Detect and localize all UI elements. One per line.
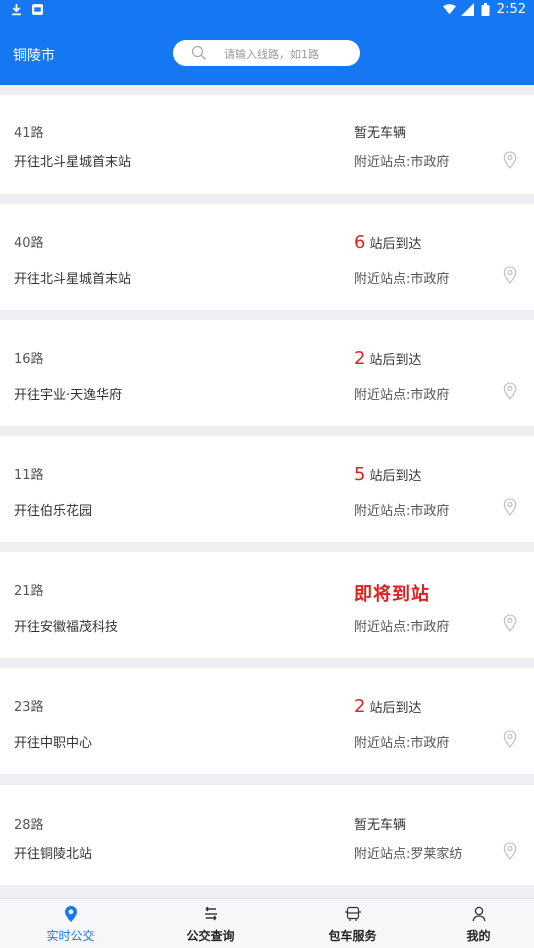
nearby-stop: 附近站点:罗莱家纺 [354,847,463,862]
route-card-41[interactable]: 41路 开往北斗星城首末站 暂无车辆 附近站点:市政府 [0,95,534,194]
route-name: 40路 [14,236,44,251]
arrival-text: 暂无车辆 [354,126,407,141]
location-pin-icon [64,906,77,922]
route-card-16[interactable]: 16路 开往宇业·天逸华府 2 站后到达 附近站点:市政府 [0,320,534,426]
route-card-23[interactable]: 23路 开往中职中心 2 站后到达 附近站点:市政府 [0,668,534,774]
route-name: 21路 [14,584,44,599]
nearby-stop: 附近站点:市政府 [354,272,450,287]
route-name: 11路 [14,468,44,483]
tab-label: 我的 [466,929,491,943]
bottom-tab-bar: 实时公交 公交查询 包车服务 我的 [0,898,534,948]
stops-away-count: 2 [354,348,366,369]
user-icon [471,906,486,922]
download-icon [12,4,21,16]
arrival-text: 站后到达 [369,237,422,252]
location-pin-icon[interactable] [503,842,517,860]
tab-charter-service[interactable]: 包车服务 [286,899,419,948]
arriving-soon-text: 即将到站 [354,584,430,605]
route-card-40[interactable]: 40路 开往北斗星城首末站 6 站后到达 附近站点:市政府 [0,204,534,310]
search-input[interactable]: 请输入线路，如1路 [173,40,360,66]
route-destination: 开往伯乐花园 [14,504,93,519]
route-destination: 开往安徽福茂科技 [14,620,119,635]
location-pin-icon[interactable] [503,151,517,169]
location-pin-icon[interactable] [503,382,517,400]
arrival-status: 暂无车辆 [354,814,406,833]
tab-label: 公交查询 [186,929,235,943]
stops-away-count: 5 [354,464,366,485]
location-pin-icon[interactable] [503,266,517,284]
route-card-28[interactable]: 28路 开往铜陵北站 暂无车辆 附近站点:罗莱家纺 [0,785,534,885]
arrival-status: 暂无车辆 [354,122,406,141]
tab-label: 实时公交 [46,929,95,943]
nearby-stop: 附近站点:市政府 [354,504,450,519]
route-name: 23路 [14,700,44,715]
tab-realtime-bus[interactable]: 实时公交 [4,899,137,948]
bus-icon [344,906,361,921]
route-name: 16路 [14,352,44,367]
search-placeholder: 请输入线路，如1路 [224,48,319,61]
stops-away-count: 6 [354,232,366,253]
route-destination: 开往北斗星城首末站 [14,272,132,287]
arrival-status: 6 站后到达 [354,232,421,253]
arrival-status: 即将到站 [354,580,430,606]
arrival-status: 5 站后到达 [354,464,421,485]
route-destination: 开往中职中心 [14,736,93,751]
stops-away-count: 2 [354,696,366,717]
city-selector[interactable]: 铜陵市 [13,45,55,65]
arrival-text: 暂无车辆 [354,818,407,833]
arrival-text: 站后到达 [369,353,422,368]
location-pin-icon[interactable] [503,498,517,516]
arrival-status: 2 站后到达 [354,348,421,369]
route-destination: 开往宇业·天逸华府 [14,388,123,403]
battery-icon [481,3,490,16]
arrival-text: 站后到达 [369,701,422,716]
app-header: 铜陵市 请输入线路，如1路 [0,22,534,85]
arrival-status: 2 站后到达 [354,696,421,717]
tab-profile[interactable]: 我的 [412,899,534,948]
search-icon [191,45,206,60]
wifi-icon [442,4,456,15]
status-bar: 2:52 [0,0,534,22]
nearby-stop: 附近站点:市政府 [354,388,450,403]
tab-bus-query[interactable]: 公交查询 [144,899,277,948]
route-card-21[interactable]: 21路 开往安徽福茂科技 即将到站 附近站点:市政府 [0,552,534,658]
route-destination: 开往北斗星城首末站 [14,155,132,170]
route-swap-icon [204,906,217,921]
location-pin-icon[interactable] [503,730,517,748]
signal-icon [460,3,474,16]
nearby-stop: 附近站点:市政府 [354,620,450,635]
location-pin-icon[interactable] [503,614,517,632]
nearby-stop: 附近站点:市政府 [354,736,450,751]
route-name: 41路 [14,126,44,141]
route-name: 28路 [14,818,44,833]
route-card-11[interactable]: 11路 开往伯乐花园 5 站后到达 附近站点:市政府 [0,436,534,542]
notification-icon [32,4,43,15]
tab-label: 包车服务 [328,929,377,943]
route-destination: 开往铜陵北站 [14,847,93,862]
status-time: 2:52 [496,2,526,17]
nearby-stop: 附近站点:市政府 [354,155,450,170]
arrival-text: 站后到达 [369,469,422,484]
